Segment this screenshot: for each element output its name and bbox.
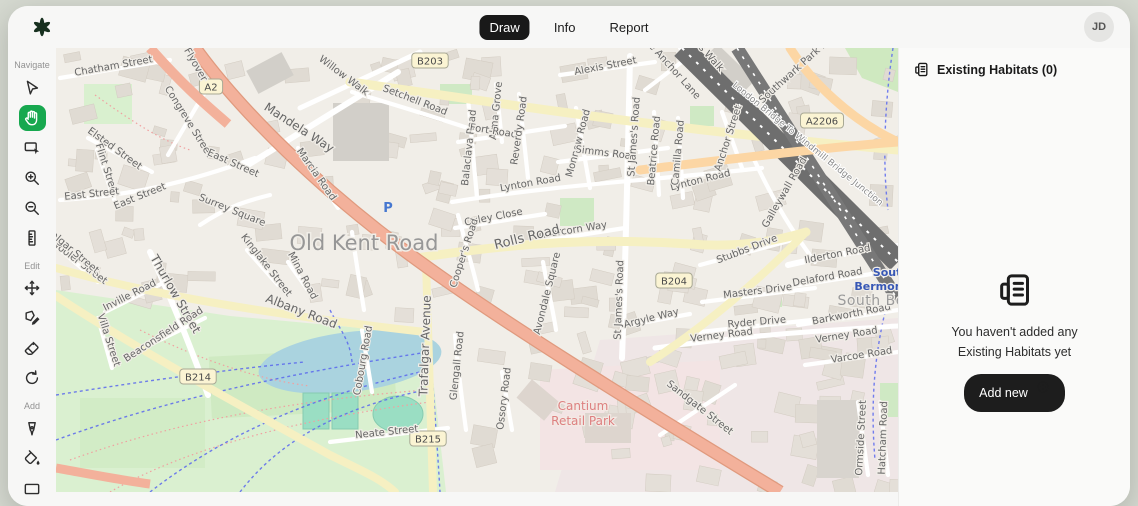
road-ref-badge: B215 bbox=[415, 435, 441, 446]
panel-header: Existing Habitats (0) bbox=[899, 48, 1130, 88]
toolbar-section-edit: Edit bbox=[8, 261, 56, 271]
cursor-icon bbox=[22, 78, 42, 98]
road-ref-badge: B203 bbox=[417, 57, 443, 68]
road-ref-badge: B214 bbox=[185, 373, 211, 384]
empty-state: You haven't added any Existing Habitats … bbox=[899, 270, 1130, 412]
tab-info[interactable]: Info bbox=[544, 15, 586, 40]
pen-nib-icon bbox=[22, 419, 42, 439]
paint-fill-icon bbox=[22, 449, 42, 469]
hand-icon bbox=[22, 108, 42, 128]
habitats-icon bbox=[913, 61, 930, 78]
habitats-icon-large bbox=[995, 270, 1035, 310]
tool-fill-button[interactable] bbox=[19, 446, 46, 472]
main-tabs: Draw Info Report bbox=[479, 6, 658, 48]
tab-draw[interactable]: Draw bbox=[479, 15, 529, 40]
app-logo-clover-icon[interactable] bbox=[30, 15, 54, 39]
tool-zoom-out-button[interactable] bbox=[19, 195, 46, 221]
tool-erase-button[interactable] bbox=[19, 335, 46, 361]
map-label: Cantium bbox=[558, 399, 609, 413]
tool-move-button[interactable] bbox=[19, 276, 46, 302]
zoom-out-icon bbox=[22, 198, 42, 218]
tab-report[interactable]: Report bbox=[600, 15, 659, 40]
rectangle-icon bbox=[22, 479, 42, 499]
tool-pan-button[interactable] bbox=[19, 105, 46, 131]
road-ref-badge: A2 bbox=[204, 83, 217, 94]
map-canvas[interactable]: A2B203A2206B204B214B215 Chatham StreetFl… bbox=[56, 48, 898, 492]
add-new-label: Add new bbox=[979, 386, 1028, 400]
eraser-icon bbox=[22, 338, 42, 358]
app-window: Draw Info Report JD Navigate Edit Add bbox=[8, 6, 1130, 506]
toolbar-section-navigate: Navigate bbox=[8, 60, 56, 70]
vertex-edit-icon bbox=[22, 308, 42, 328]
rotate-icon bbox=[22, 368, 42, 388]
area-select-icon bbox=[22, 138, 42, 158]
tool-measure-button[interactable] bbox=[19, 225, 46, 251]
tool-rail: Navigate Edit Add bbox=[8, 48, 56, 506]
tool-draw-rectangle-button[interactable] bbox=[19, 476, 46, 502]
ruler-icon bbox=[22, 228, 42, 248]
tool-box-select-button[interactable] bbox=[19, 135, 46, 161]
tool-rotate-button[interactable] bbox=[19, 365, 46, 391]
add-new-button[interactable]: Add new bbox=[964, 374, 1065, 412]
road-ref-badge: B204 bbox=[661, 277, 687, 288]
tool-edit-vertices-button[interactable] bbox=[19, 305, 46, 331]
panel-title: Existing Habitats (0) bbox=[937, 63, 1057, 77]
map-label: Old Kent Road bbox=[290, 231, 439, 255]
map-label: South bbox=[873, 266, 898, 279]
zoom-in-icon bbox=[22, 168, 42, 188]
empty-state-line1: You haven't added any bbox=[951, 322, 1077, 342]
avatar[interactable]: JD bbox=[1084, 12, 1114, 42]
toolbar-section-add: Add bbox=[8, 401, 56, 411]
tool-draw-polygon-button[interactable] bbox=[19, 416, 46, 442]
empty-state-line2: Existing Habitats yet bbox=[958, 342, 1071, 362]
map-label: Bermondsey bbox=[854, 280, 898, 293]
tool-select-button[interactable] bbox=[19, 75, 46, 101]
plus-circle-icon bbox=[1036, 380, 1050, 394]
top-bar: Draw Info Report JD bbox=[8, 6, 1130, 48]
existing-habitats-panel: Existing Habitats (0) You haven't added … bbox=[898, 48, 1130, 506]
map-label: Retail Park bbox=[551, 414, 615, 428]
road-ref-badge: A2206 bbox=[806, 117, 838, 128]
tool-zoom-in-button[interactable] bbox=[19, 165, 46, 191]
move-icon bbox=[22, 278, 42, 298]
map-label: P bbox=[383, 201, 393, 216]
map-label: South Bermondsey bbox=[837, 293, 898, 309]
map-container: A2B203A2206B204B214B215 Chatham StreetFl… bbox=[56, 48, 898, 492]
